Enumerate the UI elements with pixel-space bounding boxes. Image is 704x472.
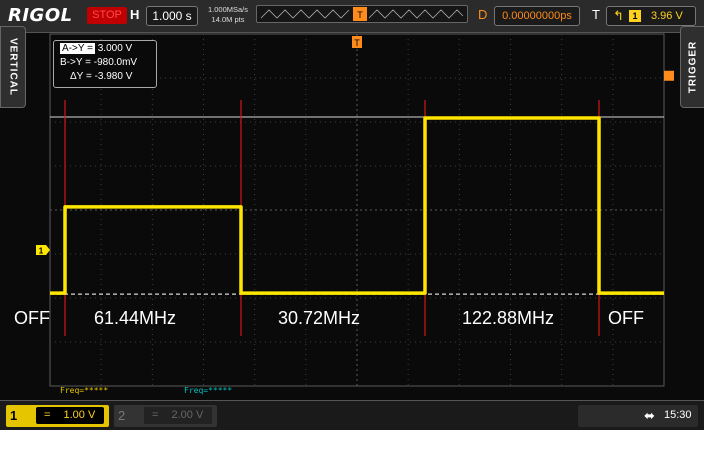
trigger-source: 1 xyxy=(629,10,641,22)
vertical-menu-tab[interactable]: VERTICAL xyxy=(0,26,26,108)
trigger-menu-tab[interactable]: TRIGGER xyxy=(680,26,704,108)
cursor-a-label: A->Y = xyxy=(60,43,95,54)
cursor-b-label: B->Y = xyxy=(60,57,91,68)
sample-rate: 1.000MSa/s xyxy=(207,5,249,14)
cursor-delta-row: ΔY = -3.980 V xyxy=(70,71,132,82)
brand-logo: RIGOL xyxy=(8,5,73,26)
ch2-scale-box: = 2.00 V xyxy=(144,407,212,424)
ch1-coupling: = xyxy=(44,409,51,421)
channel-bar: 1 = 1.00 V 2 = 2.00 V ⬌ 15:30 xyxy=(0,400,704,430)
memory-depth: 14.0M pts xyxy=(211,15,245,24)
vertical-tab-label: VERTICAL xyxy=(7,38,19,96)
region-label-30mhz: 30.72MHz xyxy=(278,308,361,328)
ch1-settings[interactable]: 1 = 1.00 V xyxy=(6,405,109,427)
cursor-a-row: A->Y = 3.000 V xyxy=(60,43,132,54)
region-label-122mhz: 122.88MHz xyxy=(462,308,555,328)
trigger-time-marker-label: T xyxy=(354,38,360,48)
ch2-frequency: Freq=***** xyxy=(184,386,233,395)
region-label-off-end: OFF xyxy=(608,308,644,328)
delay-value[interactable]: 0.00000000ps xyxy=(494,6,580,26)
clock: 15:30 xyxy=(664,409,692,421)
cursor-b-value: -980.0mV xyxy=(93,57,138,68)
oscilloscope-screen: T 1 RIGOL STOP H 1.000 s 1.000MSa/s 14.0M… xyxy=(0,0,704,430)
region-label-61mhz: 61.44MHz xyxy=(94,308,177,328)
cursor-readout: A->Y = 3.000 V B->Y = -980.0mV ΔY = -3.9… xyxy=(53,40,157,88)
ch1-scale: 1.00 V xyxy=(63,409,96,421)
delay-label: D xyxy=(478,7,488,22)
trigger-label: T xyxy=(592,7,600,22)
region-label-off-start: OFF xyxy=(14,308,50,328)
usb-icon: ⬌ xyxy=(644,408,655,423)
memory-trigger-letter: T xyxy=(357,10,363,20)
cursor-delta-value: -3.980 V xyxy=(94,71,133,82)
run-stop-status[interactable]: STOP xyxy=(87,7,127,24)
trigger-settings[interactable]: ↰ 1 3.96 V xyxy=(606,6,696,26)
trigger-tab-label: TRIGGER xyxy=(687,40,699,94)
ch1-ground-marker-label: 1 xyxy=(39,247,44,256)
ch1-frequency: Freq=***** xyxy=(60,386,109,395)
cursor-a-value: 3.000 V xyxy=(97,43,133,54)
trigger-level: 3.96 V xyxy=(651,10,683,22)
trigger-level-marker xyxy=(664,70,674,81)
timebase-value[interactable]: 1.000 s xyxy=(146,6,198,26)
ch1-number: 1 xyxy=(10,408,18,423)
horizontal-label: H xyxy=(130,7,140,22)
cursor-b-row: B->Y = -980.0mV xyxy=(60,57,137,68)
system-tray: ⬌ 15:30 xyxy=(578,405,698,427)
ch2-settings[interactable]: 2 = 2.00 V xyxy=(114,405,217,427)
ch2-number: 2 xyxy=(118,408,126,423)
status-bar: RIGOL STOP H 1.000 s 1.000MSa/s 14.0M pt… xyxy=(0,0,704,33)
rising-edge-icon: ↰ xyxy=(613,8,624,23)
ch2-coupling: = xyxy=(152,409,159,421)
ch1-scale-box: = 1.00 V xyxy=(36,407,104,424)
cursor-delta-label: ΔY = xyxy=(70,71,92,82)
memory-position-bar[interactable]: T xyxy=(256,5,468,23)
ch2-scale: 2.00 V xyxy=(171,409,204,421)
acquisition-info: 1.000MSa/s 14.0M pts xyxy=(202,5,254,25)
